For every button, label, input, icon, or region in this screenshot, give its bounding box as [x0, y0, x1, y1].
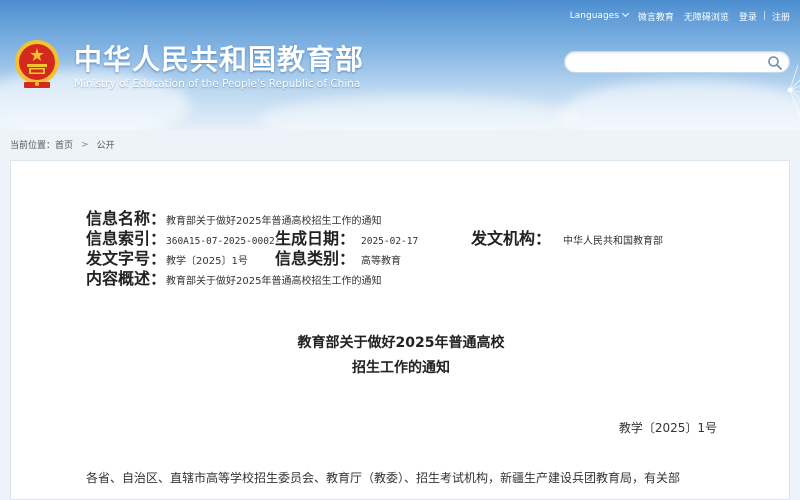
top-links-separator: | [762, 11, 766, 21]
site-header: Languages 微言教育 无障碍浏览 登录 | 注册 中华人民共和国教育部 … [0, 0, 800, 130]
meta-row-category: 信息类别： 高等教育 [275, 245, 401, 268]
breadcrumb-current[interactable]: 公开 [97, 138, 115, 151]
accessibility-link[interactable]: 无障碍浏览 [684, 10, 729, 23]
breadcrumb-arrow-icon: > [81, 139, 89, 150]
chevron-down-icon [621, 9, 629, 18]
weibo-link[interactable]: 微言教育 [638, 10, 674, 23]
search-input[interactable] [575, 54, 755, 70]
meta-row-index: 信息索引：360A15-07-2025-0002-1 [86, 225, 286, 248]
meta-summary-value: 教育部关于做好2025年普通高校招生工作的通知 [166, 276, 382, 287]
search-icon[interactable] [767, 55, 783, 71]
breadcrumb-prefix: 当前位置： [10, 141, 56, 151]
meta-summary-label: 内容概述： [86, 269, 167, 288]
document-title: 教育部关于做好2025年普通高校 招生工作的通知 [11, 331, 789, 381]
national-emblem-icon[interactable] [12, 38, 62, 90]
meta-row-org: 发文机构： 中华人民共和国教育部 [471, 225, 663, 248]
meta-org-value: 中华人民共和国教育部 [563, 236, 664, 247]
meta-row-name: 信息名称：教育部关于做好2025年普通高校招生工作的通知 [86, 205, 381, 228]
article-panel: 信息名称：教育部关于做好2025年普通高校招生工作的通知 信息索引：360A15… [10, 160, 790, 500]
site-subtitle: Ministry of Education of the People's Re… [74, 78, 361, 90]
document-title-line-1: 教育部关于做好2025年普通高校 [297, 335, 505, 351]
document-number: 教学〔2025〕1号 [618, 421, 717, 435]
meta-row-summary: 内容概述：教育部关于做好2025年普通高校招生工作的通知 [86, 265, 381, 288]
languages-link[interactable]: Languages [560, 9, 629, 21]
document-body-text: 各省、自治区、直辖市高等学校招生委员会、教育厅（教委）、招生考试机构，新疆生产建… [86, 471, 681, 485]
cloud-decoration [260, 95, 580, 130]
meta-org-label: 发文机构： [471, 229, 552, 248]
meta-row-docno: 发文字号：教学〔2025〕1号 [86, 245, 248, 268]
meta-row-date: 生成日期： 2025-02-17 [275, 225, 418, 248]
site-title[interactable]: 中华人民共和国教育部 [74, 38, 364, 78]
breadcrumb: 当前位置： 首页 > 公开 [10, 138, 115, 152]
breadcrumb-home-link[interactable]: 首页 [55, 138, 73, 151]
search-box [564, 51, 790, 73]
top-links-bar: Languages 微言教育 无障碍浏览 登录 | 注册 [550, 8, 790, 24]
document-title-line-2: 招生工作的通知 [352, 360, 450, 376]
login-link[interactable]: 登录 [739, 10, 757, 23]
register-link[interactable]: 注册 [772, 10, 790, 23]
